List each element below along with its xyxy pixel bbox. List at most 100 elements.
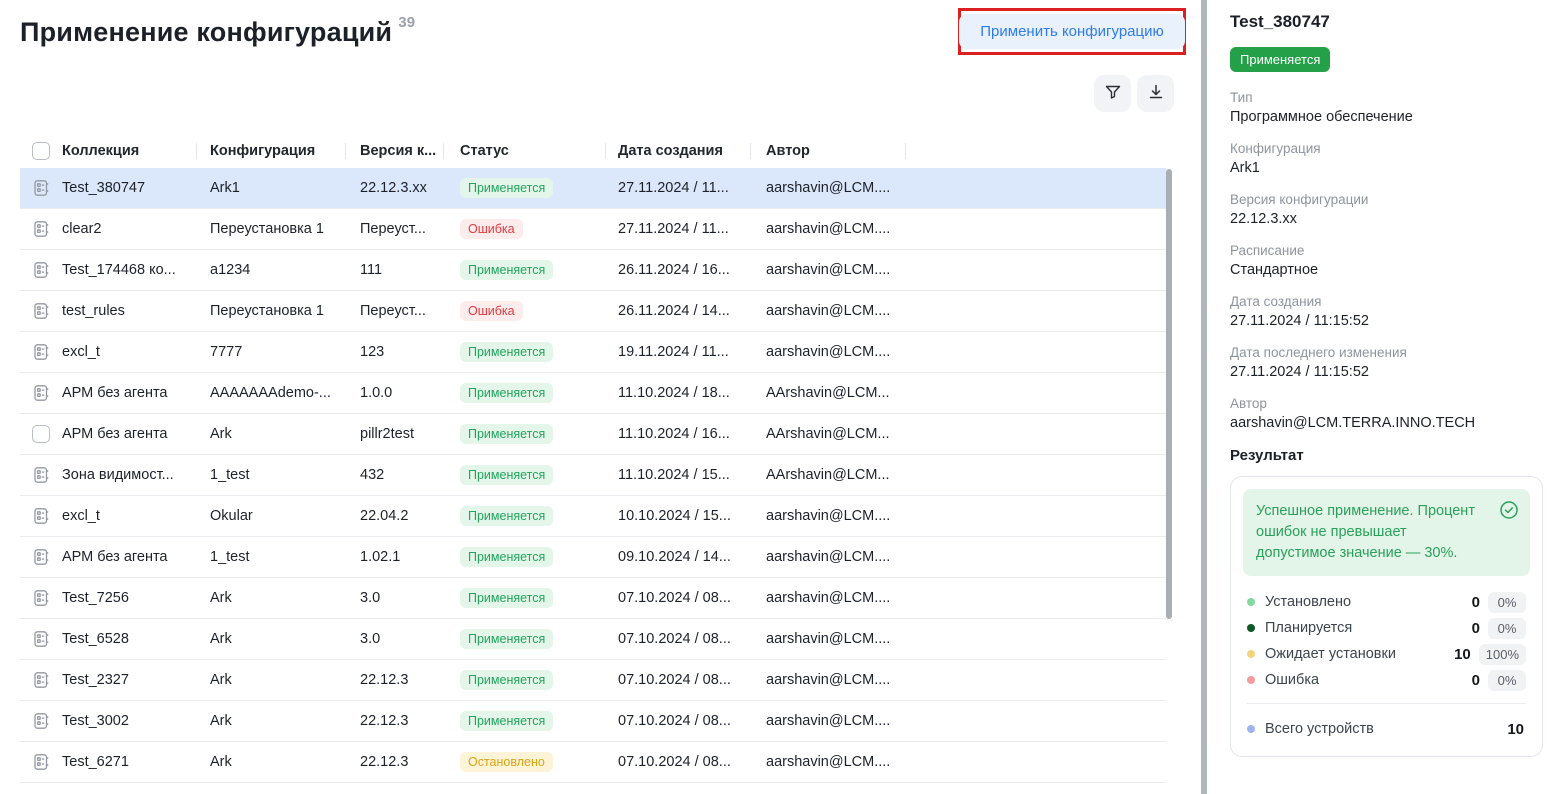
- table-row[interactable]: Test_3002 Ark 22.12.3 Применяется 07.10.…: [20, 701, 1166, 742]
- cell-created: 19.11.2024 / 11...: [605, 332, 750, 372]
- table-row[interactable]: excl_t 7777 123 Применяется 19.11.2024 /…: [20, 332, 1166, 373]
- cell-created: 09.10.2024 / 14...: [605, 537, 750, 577]
- stat-row: Ожидает установки 10 100%: [1247, 641, 1526, 667]
- table-row[interactable]: Test_380747 Ark1 22.12.3.xx Применяется …: [20, 168, 1166, 209]
- cell-version: Переуст...: [345, 209, 443, 249]
- cell-author: aarshavin@LCM....: [750, 209, 905, 249]
- stat-percent-badge: 100%: [1479, 644, 1526, 665]
- table-row[interactable]: Test_7256 Ark 3.0 Применяется 07.10.2024…: [20, 578, 1166, 619]
- column-header-configuration: Конфигурация: [196, 134, 345, 168]
- row-checkbox[interactable]: [32, 425, 50, 443]
- cell-collection: Test_6271: [62, 742, 196, 782]
- table-row[interactable]: АРМ без агента 1_test 1.02.1 Применяется…: [20, 537, 1166, 578]
- cell-collection: clear2: [62, 209, 196, 249]
- total-devices-row: Всего устройств 10: [1243, 714, 1530, 744]
- download-button[interactable]: [1137, 75, 1174, 112]
- table-row[interactable]: clear2 Переустановка 1 Переуст... Ошибка…: [20, 209, 1166, 250]
- cell-author: aarshavin@LCM....: [750, 619, 905, 659]
- result-heading: Результат: [1230, 447, 1543, 464]
- status-badge: Применяется: [460, 178, 553, 199]
- status-badge: Применяется: [460, 342, 553, 363]
- detail-value: Программное обеспечение: [1230, 109, 1543, 125]
- cell-created: 11.10.2024 / 18...: [605, 373, 750, 413]
- select-all-checkbox[interactable]: [32, 142, 50, 160]
- status-badge: Применяется: [460, 629, 553, 650]
- status-badge: Применяется: [460, 506, 553, 527]
- apply-configuration-button[interactable]: Применить конфигурацию: [959, 14, 1184, 49]
- cell-collection: Test_380747: [62, 168, 196, 208]
- table-row[interactable]: Test_2327 Ark 22.12.3 Применяется 07.10.…: [20, 660, 1166, 701]
- cell-collection: АРМ без агента: [62, 537, 196, 577]
- cell-version: 22.12.3: [345, 701, 443, 741]
- configurations-table: Коллекция Конфигурация Версия к... Стату…: [20, 134, 1166, 783]
- cell-configuration: 1_test: [196, 455, 345, 495]
- cell-created: 07.10.2024 / 08...: [605, 619, 750, 659]
- cell-configuration: 7777: [196, 332, 345, 372]
- cell-version: pillr2test: [345, 414, 443, 454]
- detail-field: Дата последнего изменения 27.11.2024 / 1…: [1230, 345, 1543, 380]
- table-row[interactable]: Test_6528 Ark 3.0 Применяется 07.10.2024…: [20, 619, 1166, 660]
- table-row[interactable]: Test_174468 ко... a1234 111 Применяется …: [20, 250, 1166, 291]
- filter-button[interactable]: [1094, 75, 1131, 112]
- table-row[interactable]: test_rules Переустановка 1 Переуст... Ош…: [20, 291, 1166, 332]
- table-row[interactable]: Test_6271 Ark 22.12.3 Остановлено 07.10.…: [20, 742, 1166, 783]
- stat-percent-badge: 0%: [1488, 592, 1526, 613]
- status-badge: Ошибка: [460, 301, 523, 322]
- table-row[interactable]: АРМ без агента Ark pillr2test Применяетс…: [20, 414, 1166, 455]
- table-body: Test_380747 Ark1 22.12.3.xx Применяется …: [20, 168, 1166, 783]
- status-badge: Применяется: [460, 383, 553, 404]
- stat-dot: [1247, 650, 1255, 658]
- cell-configuration: Переустановка 1: [196, 209, 345, 249]
- cell-configuration: a1234: [196, 250, 345, 290]
- stat-value: 0: [1472, 620, 1480, 637]
- table-row[interactable]: Зона видимост... 1_test 432 Применяется …: [20, 455, 1166, 496]
- cell-created: 26.11.2024 / 14...: [605, 291, 750, 331]
- status-badge: Применяется: [460, 260, 553, 281]
- stat-row: Установлено 0 0%: [1247, 589, 1526, 615]
- cell-configuration: Ark: [196, 619, 345, 659]
- detail-label: Дата создания: [1230, 294, 1543, 309]
- table-scrollbar[interactable]: [1166, 169, 1172, 619]
- result-stats: Установлено 0 0% Планируется 0 0% Ожидае…: [1247, 589, 1526, 693]
- stat-row: Ошибка 0 0%: [1247, 667, 1526, 693]
- cell-version: Переуст...: [345, 291, 443, 331]
- records-count: 39: [398, 14, 415, 31]
- stat-value: 10: [1507, 721, 1524, 738]
- detail-value: 27.11.2024 / 11:15:52: [1230, 313, 1543, 329]
- detail-field: Версия конфигурации 22.12.3.xx: [1230, 192, 1543, 227]
- result-message: Успешное применение. Процент ошибок не п…: [1243, 489, 1530, 576]
- detail-label: Дата последнего изменения: [1230, 345, 1543, 360]
- download-icon: [1147, 83, 1165, 104]
- cell-version: 22.04.2: [345, 496, 443, 536]
- cell-created: 07.10.2024 / 08...: [605, 742, 750, 782]
- stat-value: 0: [1472, 672, 1480, 689]
- cell-collection: excl_t: [62, 496, 196, 536]
- cell-version: 1.02.1: [345, 537, 443, 577]
- status-badge: Остановлено: [460, 752, 553, 773]
- divider: [1247, 703, 1526, 704]
- cell-configuration: 1_test: [196, 537, 345, 577]
- collection-icon: [32, 589, 50, 607]
- cell-version: 22.12.3.xx: [345, 168, 443, 208]
- table-row[interactable]: АРМ без агента AAAAAAAdemo-... 1.0.0 При…: [20, 373, 1166, 414]
- cell-configuration: Переустановка 1: [196, 291, 345, 331]
- collection-icon: [32, 343, 50, 361]
- table-row[interactable]: excl_t Okular 22.04.2 Применяется 10.10.…: [20, 496, 1166, 537]
- stat-dot: [1247, 598, 1255, 606]
- collection-icon: [32, 261, 50, 279]
- collection-icon: [32, 548, 50, 566]
- status-badge: Применяется: [460, 670, 553, 691]
- cell-created: 11.10.2024 / 15...: [605, 455, 750, 495]
- column-header-collection: Коллекция: [62, 134, 196, 168]
- collection-icon: [32, 179, 50, 197]
- column-header-version: Версия к...: [345, 134, 443, 168]
- detail-value: 27.11.2024 / 11:15:52: [1230, 364, 1543, 380]
- cell-collection: АРМ без агента: [62, 373, 196, 413]
- collection-icon: [32, 630, 50, 648]
- cell-version: 1.0.0: [345, 373, 443, 413]
- status-badge: Применяется: [460, 424, 553, 445]
- column-header-created: Дата создания: [605, 134, 750, 168]
- cell-configuration: Ark1: [196, 168, 345, 208]
- cell-created: 11.10.2024 / 16...: [605, 414, 750, 454]
- cell-author: aarshavin@LCM....: [750, 578, 905, 618]
